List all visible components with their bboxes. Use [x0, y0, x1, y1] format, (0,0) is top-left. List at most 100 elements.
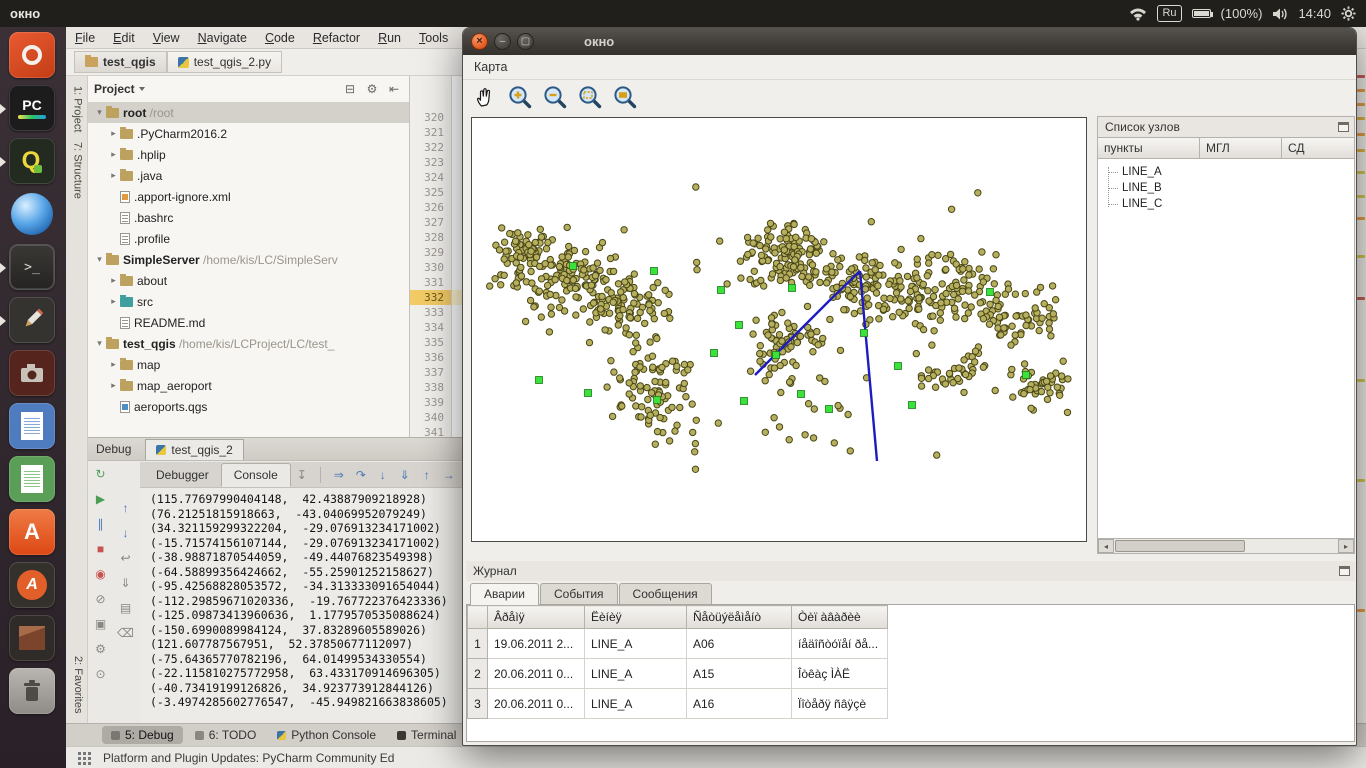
launcher-qgis[interactable]: Q	[9, 138, 57, 186]
toolwindow-tab-python-console[interactable]: Python Console	[268, 726, 385, 744]
pin-icon[interactable]: ⊙	[90, 664, 112, 684]
project-tree-item[interactable]: ▸about	[88, 270, 409, 291]
toolwindow-tab-5-debug[interactable]: 5: Debug	[102, 726, 183, 744]
float-panel-icon[interactable]	[1339, 566, 1350, 576]
project-tree-item[interactable]: ▸.PyCharm2016.2	[88, 123, 409, 144]
chevron-right-icon[interactable]: ▸	[108, 359, 119, 370]
map-node-square[interactable]	[736, 322, 743, 329]
okno-titlebar[interactable]: × – ▢ окно	[463, 28, 1356, 55]
view-breakpoints-icon[interactable]: ◉	[90, 564, 112, 584]
soft-wrap-icon[interactable]: ↩	[115, 548, 137, 568]
map-node-square[interactable]	[789, 285, 796, 292]
wifi-icon[interactable]	[1129, 7, 1147, 21]
error-stripe-mark[interactable]	[1357, 171, 1365, 174]
debug-tab-console[interactable]: Console	[221, 463, 291, 487]
map-node-square[interactable]	[861, 330, 868, 337]
mute-breakpoints-icon[interactable]: ⊘	[90, 589, 112, 609]
map-node-square[interactable]	[773, 352, 780, 359]
menu-item-navigate[interactable]: Navigate	[189, 31, 256, 45]
launcher-pycharm[interactable]: PC	[9, 85, 57, 133]
zoom-in-icon[interactable]	[506, 83, 534, 111]
clock[interactable]: 14:40	[1298, 6, 1331, 21]
zoom-selection-icon[interactable]	[576, 83, 604, 111]
step-into-icon[interactable]: ↓	[372, 465, 394, 485]
map-node-square[interactable]	[570, 263, 577, 270]
project-tree-item[interactable]: .bashrc	[88, 207, 409, 228]
node-item-line_a[interactable]: LINE_A	[1105, 164, 1354, 180]
chevron-right-icon[interactable]: ▸	[108, 170, 119, 181]
error-stripe-mark[interactable]	[1357, 75, 1365, 78]
debug-tab-debugger[interactable]: Debugger	[144, 464, 221, 486]
project-tree-item[interactable]: aeroports.qgs	[88, 396, 409, 417]
error-stripe-mark[interactable]	[1357, 133, 1365, 136]
launcher-trash[interactable]	[9, 668, 57, 716]
pause-icon[interactable]: ∥	[90, 514, 112, 534]
project-tree-item[interactable]: ▾root /root	[88, 102, 409, 123]
thread-dump-icon[interactable]: ▣	[90, 614, 112, 634]
error-stripe-mark[interactable]	[1357, 479, 1365, 482]
rerun-icon[interactable]: ↻	[90, 464, 112, 484]
scroll-left-icon[interactable]: ◂	[1098, 539, 1114, 553]
project-view-selector[interactable]: Project	[94, 82, 145, 96]
project-tree-item[interactable]: ▸src	[88, 291, 409, 312]
chevron-right-icon[interactable]: ▸	[108, 380, 119, 391]
tool-stripe-project[interactable]: 1: Project	[70, 86, 84, 132]
session-gear-icon[interactable]	[1341, 6, 1356, 21]
launcher-software-center[interactable]: A	[9, 509, 57, 557]
zoom-out-icon[interactable]	[541, 83, 569, 111]
error-stripe-mark[interactable]	[1357, 117, 1365, 120]
log-tab-сообщения[interactable]: Сообщения	[619, 583, 712, 604]
map-node-square[interactable]	[987, 289, 994, 296]
error-stripe-mark[interactable]	[1357, 379, 1365, 382]
scrollbar-track[interactable]	[1114, 539, 1338, 553]
log-tab-события[interactable]: События	[540, 583, 618, 604]
tool-stripe-structure[interactable]: 7: Structure	[70, 142, 84, 199]
project-tree-item[interactable]: ▸map	[88, 354, 409, 375]
project-tree-item[interactable]: ▾SimpleServer /home/kis/LC/SimpleServ	[88, 249, 409, 270]
breadcrumb-test_qgis[interactable]: test_qgis	[74, 51, 167, 73]
project-tree-item[interactable]: ▸.java	[88, 165, 409, 186]
error-stripe-mark[interactable]	[1357, 89, 1365, 92]
toolwindow-tab-6-todo[interactable]: 6: TODO	[186, 726, 266, 744]
run-to-cursor-icon[interactable]: →	[438, 465, 460, 485]
nodes-hscrollbar[interactable]: ◂ ▸	[1098, 538, 1354, 553]
menu-item-refactor[interactable]: Refactor	[304, 31, 369, 45]
launcher-text-editor[interactable]	[9, 297, 57, 345]
error-stripe-mark[interactable]	[1357, 609, 1365, 612]
volume-icon[interactable]	[1272, 7, 1288, 21]
log-tab-аварии[interactable]: Аварии	[470, 583, 539, 605]
step-out-icon[interactable]: ↑	[416, 465, 438, 485]
print-icon[interactable]: ▤	[115, 598, 137, 618]
column-header-МГЛ[interactable]: МГЛ	[1200, 138, 1282, 158]
toolwindow-toggle-icon[interactable]	[78, 752, 81, 755]
log-column--[interactable]: Âðåìÿ	[488, 606, 585, 629]
stop-icon[interactable]: ■	[90, 539, 112, 559]
error-stripe-mark[interactable]	[1357, 297, 1365, 300]
launcher-camera-app[interactable]	[9, 350, 57, 398]
map-node-square[interactable]	[895, 363, 902, 370]
error-stripe-mark[interactable]	[1357, 255, 1365, 258]
log-column--[interactable]: Ëèíèÿ	[585, 606, 687, 629]
map-node-square[interactable]	[651, 268, 658, 275]
settings-icon[interactable]: ⚙	[90, 639, 112, 659]
battery-icon[interactable]	[1192, 9, 1211, 18]
project-tree-item[interactable]: README.md	[88, 312, 409, 333]
zoom-full-icon[interactable]	[611, 83, 639, 111]
error-stripe-mark[interactable]	[1357, 195, 1365, 198]
project-tree-item[interactable]: ▸.hplip	[88, 144, 409, 165]
tool-stripe-favorites[interactable]: 2: Favorites	[70, 656, 84, 713]
maximize-button[interactable]: ▢	[517, 33, 534, 50]
stack-down-icon[interactable]: ↓	[115, 523, 137, 543]
log-column-rownum[interactable]	[468, 606, 488, 629]
map-node-square[interactable]	[909, 402, 916, 409]
menu-item-edit[interactable]: Edit	[104, 31, 144, 45]
chevron-down-icon[interactable]: ▾	[94, 254, 105, 265]
force-step-into-icon[interactable]: ⇓	[394, 465, 416, 485]
scrollbar-thumb[interactable]	[1115, 540, 1245, 552]
column-header-пункты[interactable]: пункты	[1098, 138, 1200, 158]
menu-item-run[interactable]: Run	[369, 31, 410, 45]
show-execution-point-icon[interactable]: ⇒	[328, 465, 350, 485]
map-node-square[interactable]	[585, 390, 592, 397]
log-row[interactable]: 119.06.2011 2...LINE_AA06íåäîñòóïåí ðå..…	[468, 629, 888, 659]
error-stripe-mark[interactable]	[1357, 103, 1365, 106]
